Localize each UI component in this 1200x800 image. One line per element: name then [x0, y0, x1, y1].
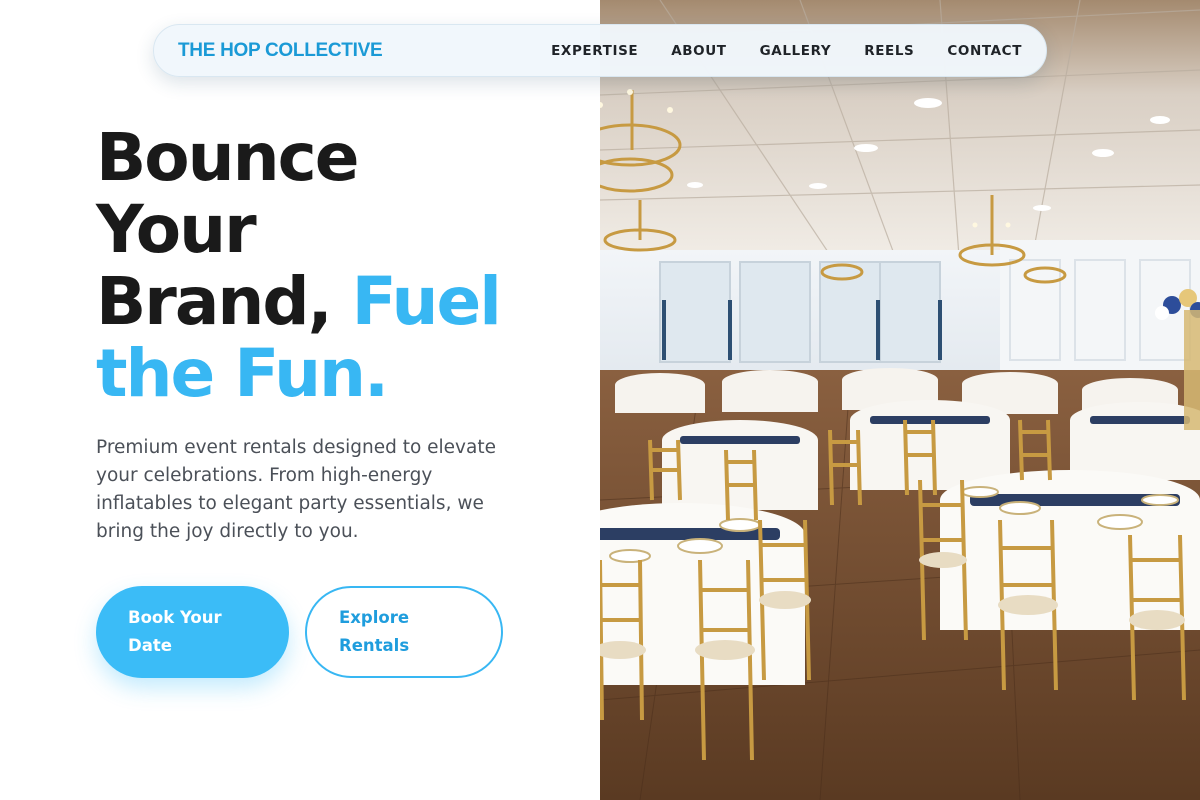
nav-link-gallery[interactable]: GALLERY [760, 43, 832, 59]
headline-line-3-dark: Brand, [96, 263, 352, 340]
hero-headline: Bounce Your Brand, Fuel the Fun. [96, 122, 566, 410]
landing-page: THE HOP COLLECTIVE EXPERTISE ABOUT GALLE… [0, 0, 1200, 800]
nav-link-contact[interactable]: CONTACT [947, 43, 1022, 59]
headline-line-4-accent: the Fun. [96, 335, 389, 412]
headline-line-1: Bounce [96, 119, 360, 196]
nav-links: EXPERTISE ABOUT GALLERY REELS CONTACT [518, 43, 1022, 59]
banquet-hall-illustration [600, 0, 1200, 800]
headline-line-2: Your [96, 191, 257, 268]
nav-link-reels[interactable]: REELS [864, 43, 914, 59]
top-navbar: THE HOP COLLECTIVE EXPERTISE ABOUT GALLE… [153, 24, 1047, 77]
nav-link-about[interactable]: ABOUT [671, 43, 726, 59]
explore-rentals-button[interactable]: Explore Rentals [305, 586, 503, 678]
headline-line-3-accent: Fuel [351, 263, 502, 340]
nav-link-expertise[interactable]: EXPERTISE [551, 43, 638, 59]
banquet-hall-photo [600, 0, 1200, 800]
hero-subcopy: Premium event rentals designed to elevat… [96, 437, 496, 542]
book-your-date-button[interactable]: Book Your Date [96, 586, 289, 678]
brand-logo[interactable]: THE HOP COLLECTIVE [178, 40, 383, 62]
